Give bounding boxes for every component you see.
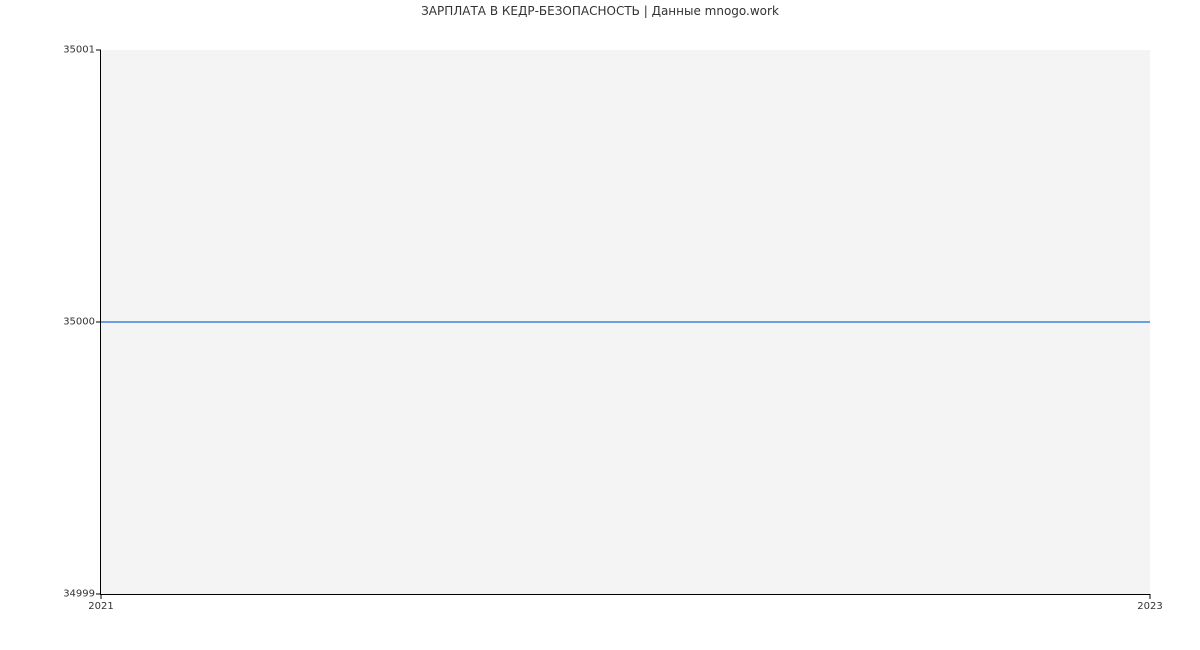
plot-area: 35001 35000 34999 2021 2023 bbox=[100, 50, 1150, 595]
ytick-label-mid: 35000 bbox=[63, 317, 101, 328]
xtick-label-right: 2023 bbox=[1137, 601, 1162, 612]
chart-title: ЗАРПЛАТА В КЕДР-БЕЗОПАСНОСТЬ | Данные mn… bbox=[0, 4, 1200, 18]
series-line bbox=[101, 321, 1150, 323]
xtick-mark bbox=[1150, 594, 1151, 599]
ytick-label-bottom: 34999 bbox=[63, 589, 101, 600]
chart-figure: ЗАРПЛАТА В КЕДР-БЕЗОПАСНОСТЬ | Данные mn… bbox=[0, 0, 1200, 650]
ytick-label-top: 35001 bbox=[63, 45, 101, 56]
xtick-mark bbox=[101, 594, 102, 599]
xtick-label-left: 2021 bbox=[88, 601, 113, 612]
